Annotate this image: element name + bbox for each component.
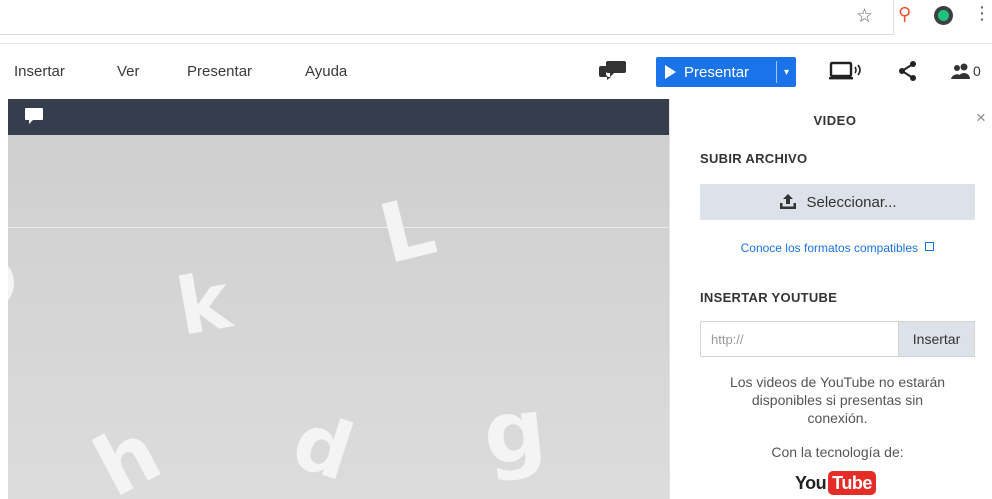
supported-formats-label: Conoce los formatos compatibles [740,241,919,255]
panel-title: VIDEO [813,113,857,128]
present-button-label: Presentar [684,63,750,81]
youtube-insert-button[interactable]: Insertar [898,321,975,357]
close-icon[interactable]: × [976,108,986,128]
extension-green-icon[interactable] [934,6,953,25]
canvas-margin [0,99,8,499]
browser-menu-icon[interactable]: ⋮ [973,4,991,22]
app-toolbar: Insertar Ver Presentar Ayuda Presentar ▾ [0,43,992,100]
youtube-logo-you: You [795,472,827,493]
select-file-label: Seleccionar... [806,193,897,211]
upload-section-title: SUBIR ARCHIVO [700,151,808,166]
select-file-button[interactable]: Seleccionar... [700,184,975,220]
upload-icon [780,194,797,209]
browser-toolbar: ☆ ⚲ ⋮ [0,0,992,42]
play-icon [665,65,676,79]
youtube-url-input[interactable] [700,321,898,357]
comments-icon[interactable] [598,59,628,81]
share-icon[interactable] [896,60,920,82]
remote-present-icon[interactable] [828,60,864,82]
collaborators-button[interactable]: 0 [951,60,989,82]
speaker-notes-icon[interactable] [24,107,44,125]
present-button[interactable]: Presentar ▾ [656,57,796,87]
slide-letter-g: g [479,379,551,485]
supported-formats-link[interactable]: Conoce los formatos compatibles [700,241,975,255]
present-main-button[interactable]: Presentar [656,57,776,87]
powered-by-label: Con la tecnología de: [771,444,904,460]
video-panel: VIDEO × SUBIR ARCHIVO Seleccionar... Con… [669,99,992,499]
slide-canvas[interactable]: L k h d g [8,135,669,499]
menu-ver[interactable]: Ver [117,63,140,80]
people-icon [951,63,970,79]
address-bar[interactable] [0,0,894,35]
youtube-logo-tube: Tube [828,471,876,495]
slide-letter-d: d [282,396,363,499]
youtube-offline-note: Los videos de YouTube no estarán disponi… [729,374,946,426]
youtube-logo: You Tube [795,471,876,495]
menu-presentar[interactable]: Presentar [187,63,252,80]
slide-letter-fragment [8,265,14,301]
external-link-icon [925,242,935,251]
present-dropdown-icon[interactable]: ▾ [777,67,796,78]
extension-search-icon[interactable]: ⚲ [898,4,911,25]
canvas-header-bar [8,99,669,135]
slide-letter-l: L [371,178,445,283]
slide-letter-k: k [170,256,239,354]
slide-background-art: L k h d g [8,178,551,499]
youtube-section-title: INSERTAR YOUTUBE [700,290,838,305]
menu-ayuda[interactable]: Ayuda [305,63,347,80]
youtube-insert-row: Insertar [700,321,975,357]
bookmark-star-icon[interactable]: ☆ [856,5,873,28]
menu-insertar[interactable]: Insertar [14,63,65,80]
collaborators-count: 0 [973,63,981,79]
slide-letter-h: h [80,405,176,499]
